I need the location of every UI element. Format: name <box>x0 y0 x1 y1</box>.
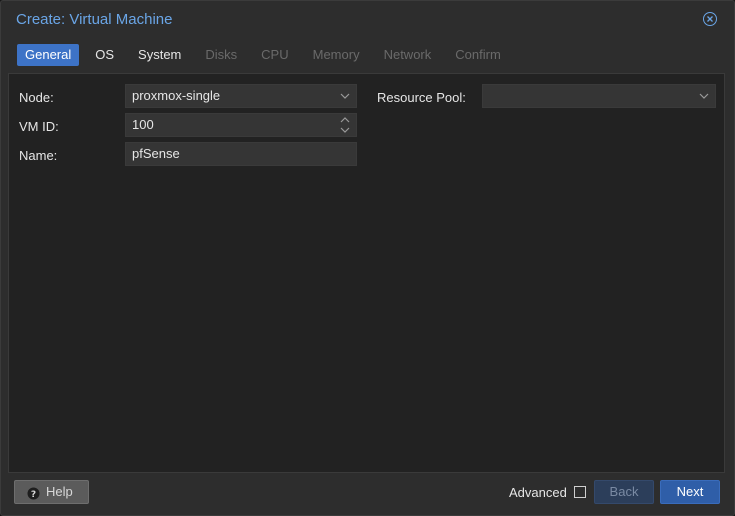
tab-memory: Memory <box>312 47 360 62</box>
name-label: Name: <box>19 148 58 163</box>
next-button[interactable]: Next <box>660 480 720 504</box>
question-circle-icon: ? <box>27 485 40 500</box>
tab-disks: Disks <box>205 47 238 62</box>
advanced-checkbox[interactable] <box>574 486 586 498</box>
back-button[interactable]: Back <box>594 480 654 504</box>
name-value: pfSense <box>132 146 180 161</box>
dialog-title: Create: Virtual Machine <box>16 11 173 28</box>
vmid-spinner-field[interactable]: 100 <box>125 113 357 137</box>
vmid-value: 100 <box>132 117 154 132</box>
svg-text:?: ? <box>31 490 36 500</box>
name-input[interactable]: pfSense <box>125 142 357 166</box>
vmid-label: VM ID: <box>19 119 59 134</box>
dialog-footer: ? Help Advanced Back Next <box>1 474 734 515</box>
tab-network: Network <box>383 47 432 62</box>
tab-os[interactable]: OS <box>87 44 122 66</box>
general-form-panel: Node: proxmox-single Resource Pool: VM I… <box>8 73 725 473</box>
node-label: Node: <box>19 90 54 105</box>
tab-cpu: CPU <box>261 47 289 62</box>
resource-pool-select[interactable] <box>482 84 716 108</box>
close-icon[interactable] <box>703 12 717 26</box>
node-value: proxmox-single <box>132 88 221 103</box>
resource-pool-label: Resource Pool: <box>377 90 466 105</box>
chevron-down-icon[interactable] <box>697 85 711 107</box>
tab-confirm: Confirm <box>455 47 501 62</box>
help-label: Help <box>46 484 73 499</box>
chevron-down-icon[interactable] <box>338 85 352 107</box>
node-select[interactable]: proxmox-single <box>125 84 357 108</box>
dialog-titlebar: Create: Virtual Machine <box>1 1 734 39</box>
tab-general[interactable]: General <box>17 44 80 66</box>
advanced-label: Advanced <box>509 485 567 500</box>
help-button[interactable]: ? Help <box>14 480 89 504</box>
tab-system[interactable]: System <box>130 44 189 66</box>
wizard-tabs: General OS System Disks CPU Memory Netwo… <box>17 44 517 66</box>
spinner-arrows-icon[interactable] <box>338 114 352 136</box>
create-vm-dialog: Create: Virtual Machine General OS Syste… <box>0 0 735 516</box>
